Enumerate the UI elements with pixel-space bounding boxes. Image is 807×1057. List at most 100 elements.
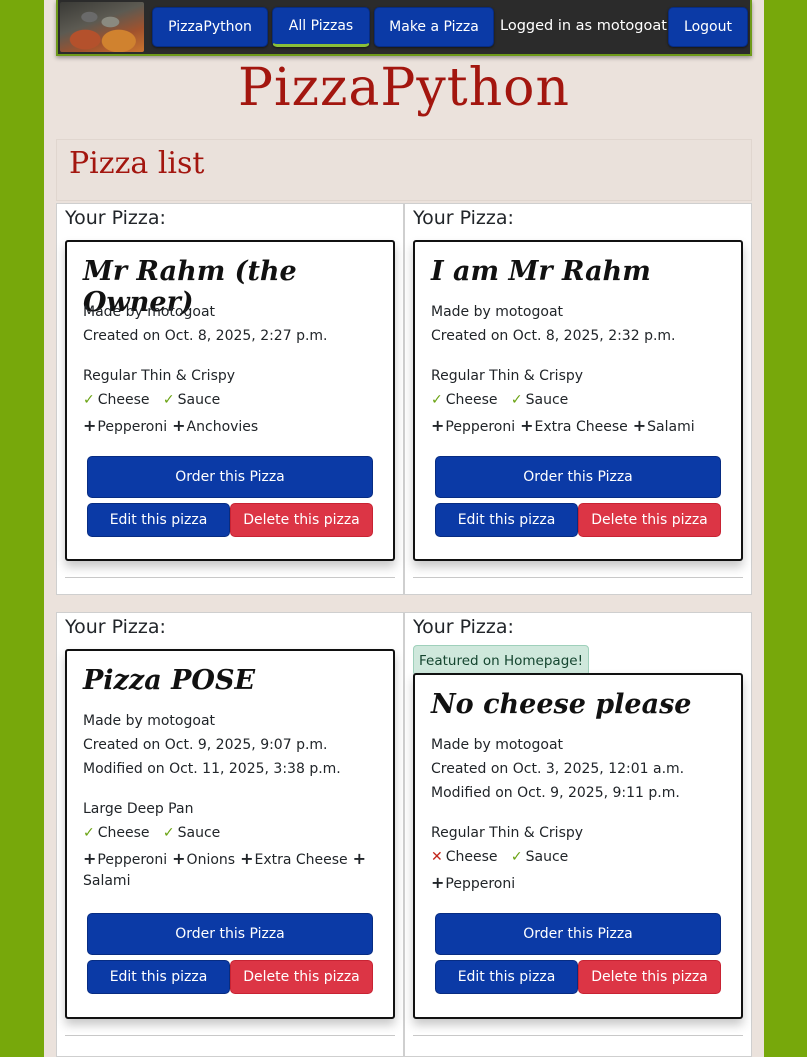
created-date: Created on Oct. 3, 2025, 12:01 a.m. — [431, 761, 685, 777]
created-date: Created on Oct. 8, 2025, 2:32 p.m. — [431, 328, 676, 344]
pizza-card: No cheese please Made by motogoat Create… — [413, 673, 743, 1019]
plus-icon: + — [632, 416, 647, 435]
sauce-label: Sauce — [525, 392, 569, 408]
edit-pizza-button[interactable]: Edit this pizza — [435, 960, 578, 994]
cheese-sauce-row: ✓ Cheese ✓ Sauce — [83, 392, 220, 408]
divider — [413, 1035, 743, 1036]
check-icon: ✓ — [510, 849, 523, 865]
plus-icon: + — [352, 849, 367, 868]
sauce-label: Sauce — [177, 392, 221, 408]
delete-pizza-button[interactable]: Delete this pizza — [230, 503, 373, 537]
cheese-sauce-row: ✓ Cheese ✓ Sauce — [431, 392, 568, 408]
modified-date: Modified on Oct. 11, 2025, 3:38 p.m. — [83, 761, 341, 777]
delete-pizza-button[interactable]: Delete this pizza — [578, 960, 721, 994]
pizza-base: Regular Thin & Crispy — [431, 368, 584, 384]
divider — [65, 1035, 395, 1036]
delete-pizza-button[interactable]: Delete this pizza — [230, 960, 373, 994]
featured-badge: Featured on Homepage! — [413, 645, 589, 676]
pizza-base: Large Deep Pan — [83, 801, 194, 817]
cheese-label: Cheese — [97, 392, 150, 408]
pizza-owner-label: Your Pizza: — [65, 207, 166, 229]
cheese-label: Cheese — [445, 849, 498, 865]
plus-icon: + — [83, 849, 97, 868]
pizza-owner-label: Your Pizza: — [413, 616, 514, 638]
pizza-title: No cheese please — [431, 689, 692, 720]
site-title: PizzaPython — [238, 58, 570, 118]
logout-button[interactable]: Logout — [668, 7, 748, 47]
check-icon: ✓ — [83, 392, 95, 408]
toppings-list: +Pepperoni — [431, 873, 520, 892]
page-container: PizzaPython All Pizzas Make a Pizza Logg… — [44, 0, 764, 1057]
nav-brand-button[interactable]: PizzaPython — [152, 7, 268, 47]
pizza-column: Your Pizza: Mr Rahm (the Owner) Made by … — [56, 203, 404, 595]
topping-item: Salami — [83, 873, 131, 889]
pizza-title: I am Mr Rahm — [431, 256, 651, 287]
edit-pizza-button[interactable]: Edit this pizza — [87, 960, 230, 994]
toppings-list: +Pepperoni +Onions +Extra Cheese + — [83, 849, 367, 868]
pizza-owner-label: Your Pizza: — [65, 616, 166, 638]
divider — [413, 577, 743, 578]
sauce-label: Sauce — [525, 849, 569, 865]
pizza-column: Your Pizza: Featured on Homepage! No che… — [404, 612, 752, 1057]
plus-icon: + — [172, 849, 186, 868]
order-pizza-button[interactable]: Order this Pizza — [435, 913, 721, 955]
toppings-list: +Pepperoni +Anchovies — [83, 416, 263, 435]
pizza-title: Pizza POSE — [83, 665, 256, 696]
list-header: Pizza list — [56, 139, 752, 201]
topping-item: Pepperoni — [97, 419, 168, 435]
toppings-list: +Pepperoni +Extra Cheese +Salami — [431, 416, 700, 435]
page-title: Pizza list — [69, 146, 205, 181]
pizza-card: I am Mr Rahm Made by motogoat Created on… — [413, 240, 743, 561]
cheese-label: Cheese — [97, 825, 150, 841]
sauce-label: Sauce — [177, 825, 221, 841]
modified-date: Modified on Oct. 9, 2025, 9:11 p.m. — [431, 785, 680, 801]
pizza-base: Regular Thin & Crispy — [431, 825, 584, 841]
plus-icon: + — [431, 873, 445, 892]
cheese-label: Cheese — [445, 392, 498, 408]
pizza-base: Regular Thin & Crispy — [83, 368, 236, 384]
edit-pizza-button[interactable]: Edit this pizza — [87, 503, 230, 537]
check-icon: ✓ — [83, 825, 95, 841]
topping-item: Extra Cheese — [254, 852, 348, 868]
nav-all-pizzas-button[interactable]: All Pizzas — [272, 7, 370, 47]
made-by-text: Made by motogoat — [431, 737, 564, 753]
created-date: Created on Oct. 8, 2025, 2:27 p.m. — [83, 328, 328, 344]
made-by-text: Made by motogoat — [431, 304, 564, 320]
made-by-text: Made by motogoat — [83, 713, 216, 729]
check-icon: ✓ — [162, 825, 175, 841]
made-by-text: Made by motogoat — [83, 304, 216, 320]
topping-item: Anchovies — [186, 419, 259, 435]
logged-in-status: Logged in as motogoat — [500, 18, 667, 34]
topping-item: Onions — [186, 852, 236, 868]
pizza-card: Pizza POSE Made by motogoat Created on O… — [65, 649, 395, 1019]
divider — [65, 577, 395, 578]
order-pizza-button[interactable]: Order this Pizza — [87, 456, 373, 498]
topping-item: Pepperoni — [445, 419, 516, 435]
plus-icon: + — [240, 849, 254, 868]
plus-icon: + — [520, 416, 534, 435]
delete-pizza-button[interactable]: Delete this pizza — [578, 503, 721, 537]
topping-item: Salami — [647, 419, 695, 435]
topping-item: Pepperoni — [97, 852, 168, 868]
check-icon: ✓ — [431, 392, 443, 408]
cross-icon: ✕ — [431, 849, 443, 865]
order-pizza-button[interactable]: Order this Pizza — [435, 456, 721, 498]
created-date: Created on Oct. 9, 2025, 9:07 p.m. — [83, 737, 328, 753]
pizza-card: Mr Rahm (the Owner) Made by motogoat Cre… — [65, 240, 395, 561]
check-icon: ✓ — [162, 392, 175, 408]
plus-icon: + — [83, 416, 97, 435]
pizza-logo-image[interactable] — [60, 2, 144, 52]
check-icon: ✓ — [510, 392, 523, 408]
pizza-column: Your Pizza: Pizza POSE Made by motogoat … — [56, 612, 404, 1057]
toppings-list-continued: Salami — [83, 873, 135, 889]
edit-pizza-button[interactable]: Edit this pizza — [435, 503, 578, 537]
topping-item: Pepperoni — [445, 876, 516, 892]
pizza-column: Your Pizza: I am Mr Rahm Made by motogoa… — [404, 203, 752, 595]
navbar: PizzaPython All Pizzas Make a Pizza Logg… — [56, 0, 752, 56]
plus-icon: + — [172, 416, 186, 435]
topping-item: Extra Cheese — [534, 419, 628, 435]
nav-make-pizza-button[interactable]: Make a Pizza — [374, 7, 494, 47]
order-pizza-button[interactable]: Order this Pizza — [87, 913, 373, 955]
cheese-sauce-row: ✓ Cheese ✓ Sauce — [83, 825, 220, 841]
plus-icon: + — [431, 416, 445, 435]
